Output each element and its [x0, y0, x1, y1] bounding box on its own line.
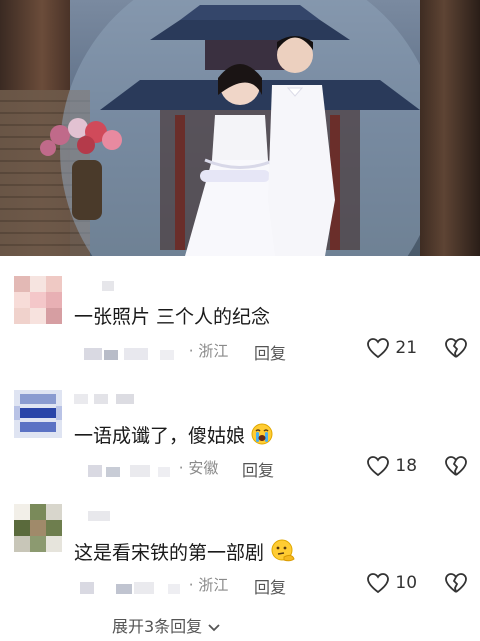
comment-item: 一语成谶了，傻姑娘 · 安徽 回复 18 — [0, 385, 480, 485]
timestamp-blurred — [74, 463, 174, 477]
location: · 浙江 — [188, 576, 229, 594]
broken-heart-icon — [445, 456, 467, 476]
dislike-button[interactable] — [444, 455, 468, 479]
like-button[interactable]: 10 — [366, 572, 417, 596]
username-blurred[interactable] — [74, 278, 114, 292]
avatar[interactable] — [14, 276, 62, 324]
username-blurred[interactable] — [74, 391, 154, 405]
heart-icon — [367, 573, 389, 594]
broken-heart-icon — [445, 573, 467, 593]
timestamp-blurred — [74, 580, 184, 594]
location: · 浙江 — [188, 342, 229, 360]
heart-icon — [367, 338, 389, 359]
reply-button[interactable]: 回复 — [242, 457, 274, 481]
like-button[interactable]: 18 — [366, 455, 417, 479]
comment-item: 这是看宋铁的第一部剧 · 浙江 回复 10 — [0, 500, 480, 605]
comment-item: 一张照片 三个人的纪念 · 浙江 回复 21 — [0, 270, 480, 370]
username-blurred[interactable] — [74, 508, 114, 522]
wedding-photo[interactable] — [0, 0, 480, 256]
photo-scene — [40, 0, 440, 256]
location: · 安徽 — [178, 459, 219, 477]
thinking-face-icon — [270, 539, 296, 568]
comment-meta: · 安徽 — [74, 457, 218, 479]
chevron-down-icon — [208, 623, 220, 631]
like-count: 10 — [395, 573, 418, 593]
curtain-right — [420, 0, 480, 256]
comment-meta: · 浙江 — [74, 574, 228, 596]
like-button[interactable]: 21 — [366, 337, 417, 361]
comment-text: 一语成谶了，傻姑娘 — [74, 421, 273, 450]
like-count: 21 — [395, 338, 418, 358]
avatar[interactable] — [14, 390, 62, 438]
expand-replies-button[interactable]: 展开3条回复 — [112, 613, 221, 637]
timestamp-blurred — [74, 346, 184, 360]
avatar[interactable] — [14, 504, 62, 552]
dislike-button[interactable] — [444, 572, 468, 596]
dislike-button[interactable] — [444, 337, 468, 361]
reply-button[interactable]: 回复 — [254, 574, 286, 598]
comment-meta: · 浙江 — [74, 340, 228, 362]
heart-icon — [367, 456, 389, 477]
loudly-crying-face-icon — [251, 423, 273, 450]
comment-text: 一张照片 三个人的纪念 — [74, 306, 271, 328]
broken-heart-icon — [445, 338, 467, 358]
comment-text: 这是看宋铁的第一部剧 — [74, 538, 296, 568]
like-count: 18 — [395, 456, 418, 476]
reply-button[interactable]: 回复 — [254, 340, 286, 364]
